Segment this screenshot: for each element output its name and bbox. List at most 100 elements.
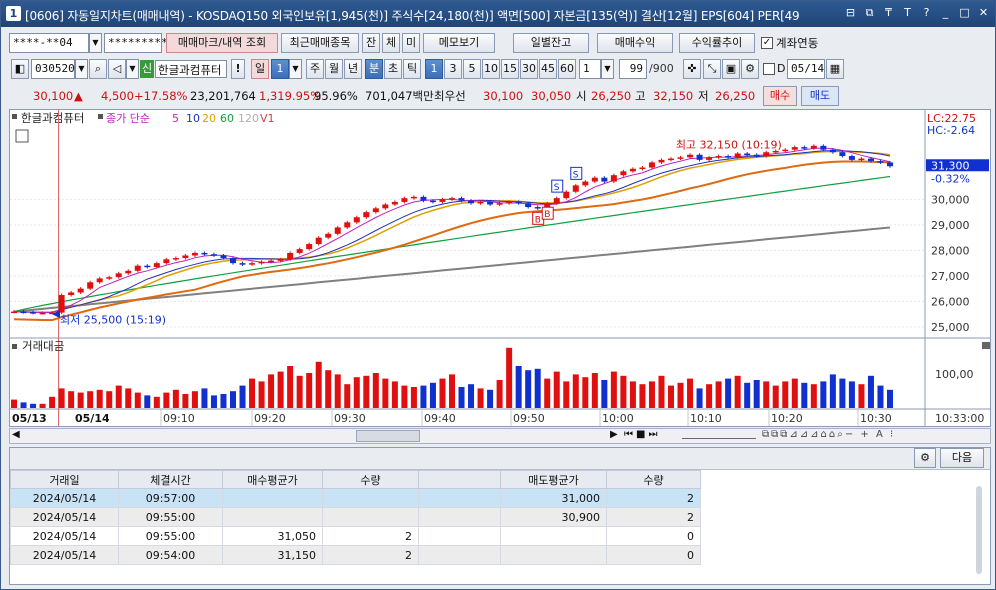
table-row[interactable]: 2024/05/14 09:55:00 30,900 2: [10, 507, 701, 527]
grid-settings-icon[interactable]: ⚙: [914, 448, 936, 468]
zoom-slider[interactable]: [682, 431, 756, 439]
next-button[interactable]: 다음: [940, 448, 984, 468]
day-count-dropdown-icon[interactable]: ▼: [289, 59, 302, 79]
maximize-icon[interactable]: □: [957, 5, 972, 21]
candle-body: [210, 254, 217, 256]
col-trade-date[interactable]: 거래일: [10, 470, 119, 489]
interval-input[interactable]: 1: [579, 59, 601, 79]
col-exec-time[interactable]: 체결시간: [118, 470, 223, 489]
tab-year[interactable]: 년: [344, 59, 362, 79]
crosshair-icon[interactable]: ✜: [683, 59, 701, 79]
scroll-thumb[interactable]: [356, 430, 420, 442]
interval-15[interactable]: 15: [501, 59, 519, 79]
interval-5[interactable]: 5: [463, 59, 481, 79]
account-input[interactable]: ****-**04: [9, 33, 89, 53]
minimize-icon[interactable]: _: [938, 5, 953, 21]
candle-body: [172, 258, 179, 260]
table-row[interactable]: 2024/05/14 09:57:00 31,000 2: [10, 488, 701, 508]
tab-minute[interactable]: 분: [365, 59, 383, 79]
stock-code-dropdown-icon[interactable]: ▼: [75, 59, 88, 79]
help-icon[interactable]: ?: [919, 5, 934, 21]
volume-bar: [610, 371, 617, 408]
volume-bar: [572, 374, 579, 408]
price-chart[interactable]: 25,00026,00027,00028,00029,00030,000LC:2…: [10, 110, 990, 426]
interval-dropdown-icon[interactable]: ▼: [601, 59, 614, 79]
draw-tool-icon[interactable]: ⤡: [703, 59, 721, 79]
interval-1[interactable]: 1: [425, 59, 443, 79]
candle-body: [572, 185, 579, 192]
candle-body: [163, 259, 170, 264]
col-buy-avg[interactable]: 매수평균가: [222, 470, 323, 489]
grid-scrollbar[interactable]: [976, 486, 982, 574]
balance-button[interactable]: 잔: [362, 33, 380, 53]
stock-code-input[interactable]: 030520: [31, 59, 75, 79]
interval-60[interactable]: 60: [558, 59, 576, 79]
return-trend-button[interactable]: 수익률추이: [679, 33, 755, 53]
col-sell-qty[interactable]: 수량: [606, 470, 701, 489]
candle-body: [182, 255, 189, 259]
col-sell-avg[interactable]: 매도평균가: [500, 470, 607, 489]
alert-icon[interactable]: !: [231, 59, 245, 79]
execution-button[interactable]: 체: [382, 33, 400, 53]
account-link-checkbox[interactable]: ✓: [761, 37, 773, 49]
x-tick-label: 09:10: [163, 412, 195, 425]
search-icon[interactable]: ⌕: [89, 59, 107, 79]
restore-window-icon[interactable]: ⧉: [862, 5, 877, 21]
sound-dropdown-icon[interactable]: ▼: [126, 59, 139, 79]
interval-10[interactable]: 10: [482, 59, 500, 79]
candle-body: [315, 237, 322, 245]
x-tick-label: 10:10: [690, 412, 722, 425]
chart-tools-icon[interactable]: ⧉⧉⧉⊿⊿⊿⌂⌂⌕− + A ⁝: [762, 429, 895, 440]
pin-icon[interactable]: ₸: [881, 5, 896, 21]
candle-body: [706, 157, 713, 160]
daily-balance-button[interactable]: 일별잔고: [513, 33, 589, 53]
candle-body: [820, 145, 827, 150]
calendar-icon[interactable]: ▦: [826, 59, 844, 79]
scroll-right-icon[interactable]: ▶: [610, 429, 618, 440]
save-icon[interactable]: ▣: [722, 59, 740, 79]
tab-second[interactable]: 초: [384, 59, 402, 79]
tab-tick[interactable]: 틱: [403, 59, 421, 79]
interval-30[interactable]: 30: [520, 59, 538, 79]
candle-body: [39, 312, 46, 315]
table-row[interactable]: 2024/05/14 09:55:00 31,050 2 0: [10, 526, 701, 546]
account-dropdown-icon[interactable]: ▼: [89, 33, 102, 53]
volume-bar: [306, 373, 313, 408]
trade-history-panel: ⚙ 다음 거래일 체결시간 매수평균가 수량 매도평균가 수량 2024/05/…: [9, 447, 991, 585]
sell-button[interactable]: 매도: [801, 86, 839, 106]
volume-bar: [315, 361, 322, 408]
interval-45[interactable]: 45: [539, 59, 557, 79]
tab-week[interactable]: 주: [306, 59, 324, 79]
settings-icon[interactable]: ⚙: [741, 59, 759, 79]
day-count-input[interactable]: 1: [271, 59, 289, 79]
x-tick-label: 10:00: [602, 412, 634, 425]
scroll-left-icon[interactable]: ◀: [12, 429, 20, 440]
buy-button[interactable]: 매수: [763, 86, 797, 106]
layout-icon[interactable]: ⊟: [843, 5, 858, 21]
col-buy-qty[interactable]: 수량: [322, 470, 419, 489]
trade-mark-query-button[interactable]: 매매마크/내역 조회: [166, 33, 278, 53]
volume-bar: [687, 378, 694, 408]
chart-panel[interactable]: 25,000 26,000 27,000 28,000 29,000 30,000 LC:2…: [9, 109, 991, 427]
tab-day[interactable]: 일: [251, 59, 269, 79]
password-input[interactable]: *********: [104, 33, 168, 53]
font-icon[interactable]: T: [900, 5, 915, 21]
playback-controls-icon[interactable]: ⏮■⏭: [624, 429, 660, 440]
trade-profit-button[interactable]: 매매수익: [597, 33, 673, 53]
volume-bar: [287, 366, 294, 408]
tab-month[interactable]: 월: [325, 59, 343, 79]
date-input[interactable]: 05/14: [787, 59, 825, 79]
date-checkbox[interactable]: [763, 63, 775, 75]
chart-scrollbar[interactable]: ◀ ▶ ⏮■⏭ ⧉⧉⧉⊿⊿⊿⌂⌂⌕− + A ⁝: [9, 428, 991, 444]
count-input[interactable]: 99: [619, 59, 647, 79]
recent-trade-stocks-button[interactable]: 최근매매종목: [281, 33, 359, 53]
sound-icon[interactable]: ◁: [108, 59, 126, 79]
table-row[interactable]: 2024/05/14 09:54:00 31,150 2 0: [10, 545, 701, 565]
candle-body: [858, 158, 865, 161]
memo-view-button[interactable]: 메모보기: [423, 33, 495, 53]
volume-bar: [839, 378, 846, 408]
unfilled-button[interactable]: 미: [402, 33, 420, 53]
chart-type-icon[interactable]: ◧: [11, 59, 29, 79]
close-icon[interactable]: ✕: [976, 5, 991, 21]
interval-3[interactable]: 3: [444, 59, 462, 79]
